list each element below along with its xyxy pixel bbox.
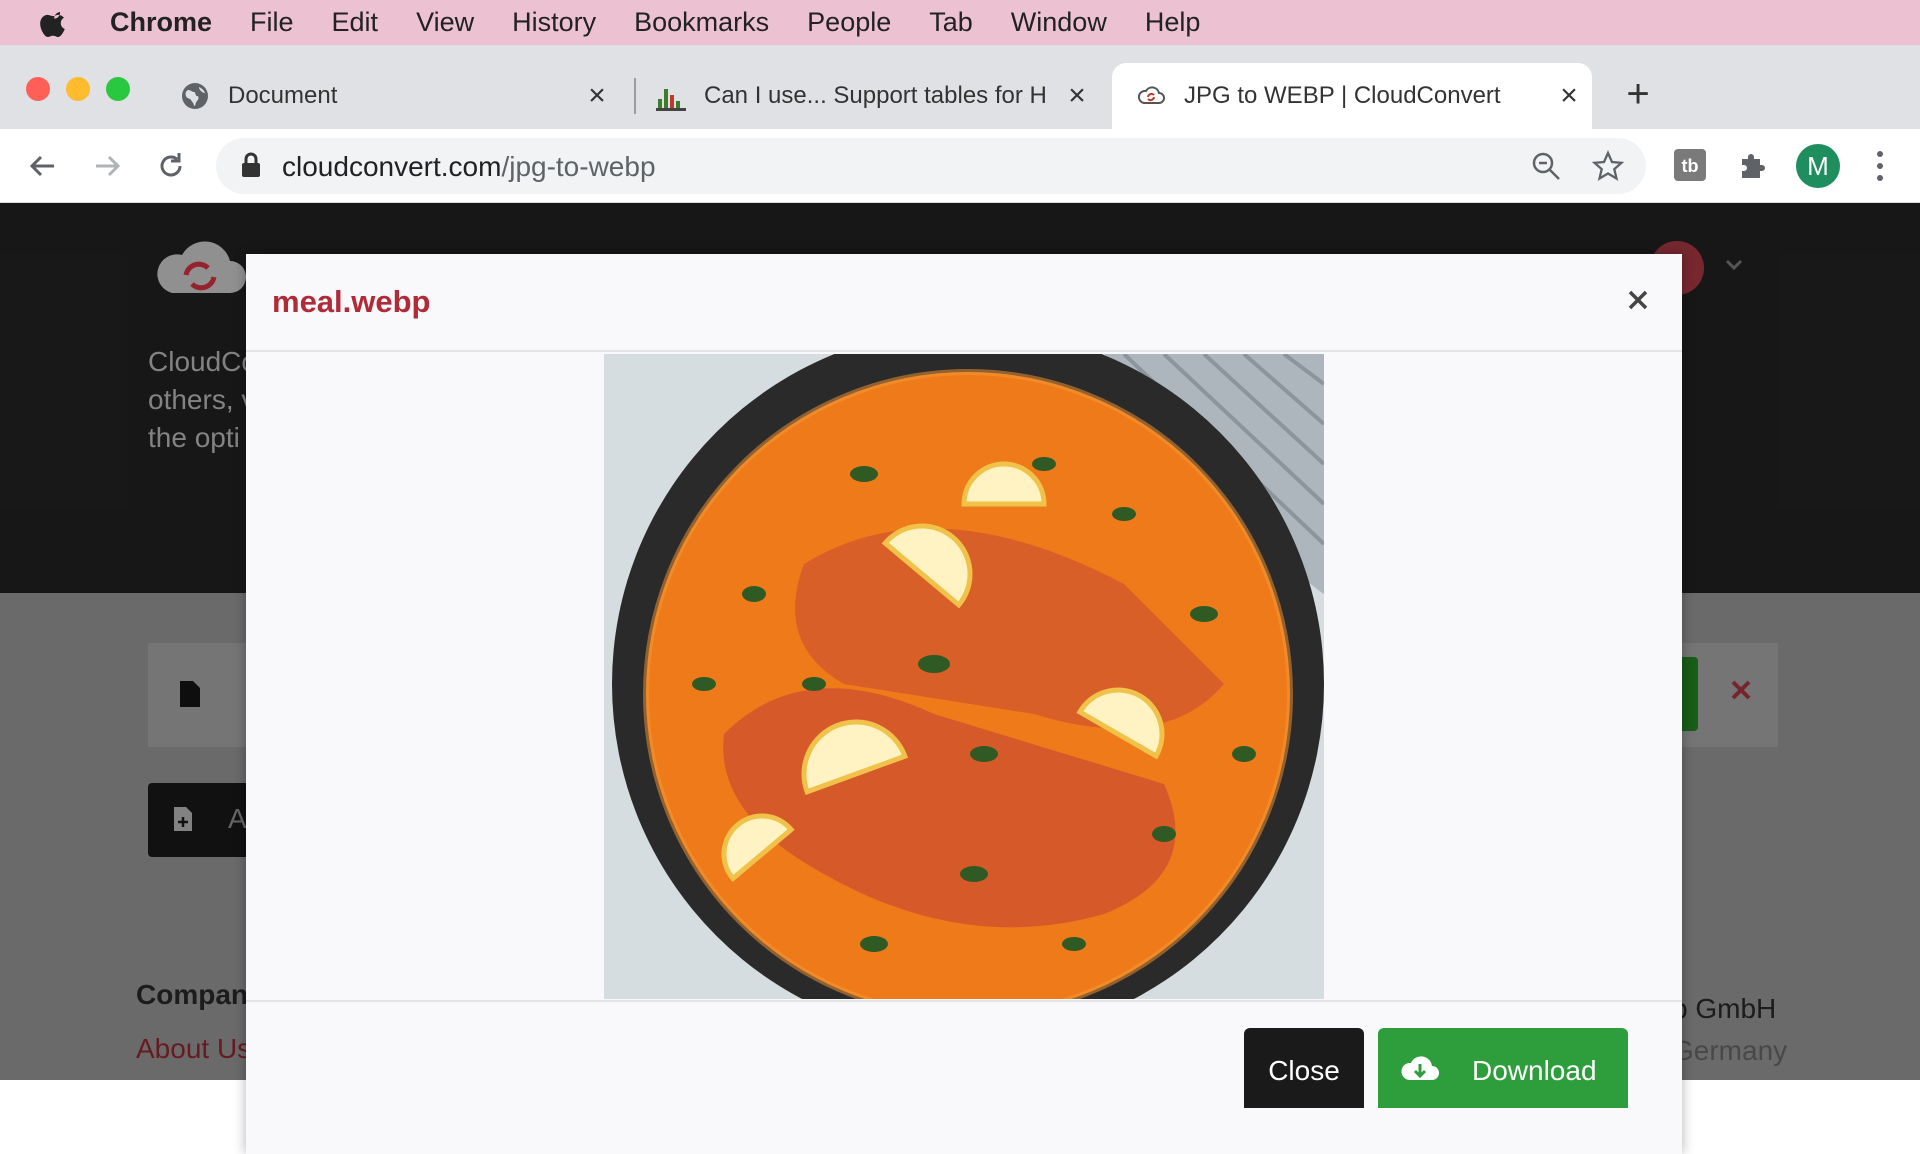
tab-document[interactable]: Document × (180, 63, 620, 129)
tab-title: JPG to WEBP | CloudConvert (1184, 82, 1501, 109)
modal-title: meal.webp (272, 284, 431, 319)
url-text[interactable]: cloudconvert.com/jpg-to-webp (282, 151, 656, 183)
tab-title: Can I use... Support tables for H (704, 82, 1047, 109)
window-maximize-button[interactable] (106, 77, 130, 101)
browser-toolbar: cloudconvert.com/jpg-to-webp tb M (0, 129, 1920, 203)
menu-file[interactable]: File (250, 7, 294, 38)
food-photo (604, 354, 1324, 999)
back-icon[interactable] (26, 149, 60, 183)
image-preview (604, 354, 1324, 999)
address-bar[interactable]: cloudconvert.com/jpg-to-webp (216, 138, 1646, 194)
tab-close-icon[interactable]: × (1554, 81, 1584, 111)
close-icon[interactable] (1624, 286, 1652, 314)
globe-icon (182, 83, 208, 109)
new-tab-button[interactable]: + (1620, 74, 1656, 114)
menu-help[interactable]: Help (1145, 7, 1201, 38)
forward-icon[interactable] (90, 149, 124, 183)
window-minimize-button[interactable] (66, 77, 90, 101)
menu-tab[interactable]: Tab (929, 7, 973, 38)
tab-cloudconvert[interactable]: JPG to WEBP | CloudConvert × (1112, 63, 1592, 129)
window-close-button[interactable] (26, 77, 50, 101)
cloud-download-icon (1401, 1056, 1439, 1080)
extension-tb-icon[interactable]: tb (1672, 147, 1708, 183)
modal-footer-divider (246, 1000, 1682, 1002)
caniuse-icon (656, 89, 686, 111)
menu-edit[interactable]: Edit (332, 7, 379, 38)
tab-title: Document (228, 82, 338, 109)
url-host: cloudconvert.com (282, 151, 502, 182)
menu-bookmarks[interactable]: Bookmarks (634, 7, 769, 38)
menu-bar: Chrome File Edit View History Bookmarks … (0, 0, 1920, 45)
bookmark-star-icon[interactable] (1592, 150, 1624, 182)
tab-separator (634, 78, 636, 114)
apple-icon[interactable] (40, 8, 70, 38)
download-button[interactable]: Download (1378, 1028, 1628, 1108)
profile-avatar[interactable]: M (1796, 144, 1840, 188)
modal-header: meal.webp (246, 254, 1682, 352)
tab-strip: Document × Can I use... Support tables f… (0, 45, 1920, 129)
extensions-puzzle-icon[interactable] (1736, 147, 1772, 183)
tab-close-icon[interactable]: × (1062, 81, 1092, 111)
download-label: Download (1472, 1055, 1597, 1086)
lock-icon[interactable] (240, 152, 262, 178)
menu-history[interactable]: History (512, 7, 596, 38)
url-path: /jpg-to-webp (501, 151, 656, 182)
tab-caniuse[interactable]: Can I use... Support tables for H × (656, 63, 1100, 129)
close-button[interactable]: Close (1244, 1028, 1364, 1108)
menu-people[interactable]: People (807, 7, 891, 38)
reload-icon[interactable] (154, 149, 188, 183)
tab-close-icon[interactable]: × (582, 81, 612, 111)
svg-text:tb: tb (1682, 156, 1699, 176)
cloudconvert-icon (1137, 86, 1165, 104)
zoom-icon[interactable] (1530, 150, 1562, 182)
menu-view[interactable]: View (416, 7, 474, 38)
more-menu-icon[interactable] (1868, 147, 1892, 185)
menu-chrome[interactable]: Chrome (110, 7, 212, 38)
menu-window[interactable]: Window (1011, 7, 1107, 38)
preview-modal: meal.webp Close Download (246, 254, 1682, 1154)
